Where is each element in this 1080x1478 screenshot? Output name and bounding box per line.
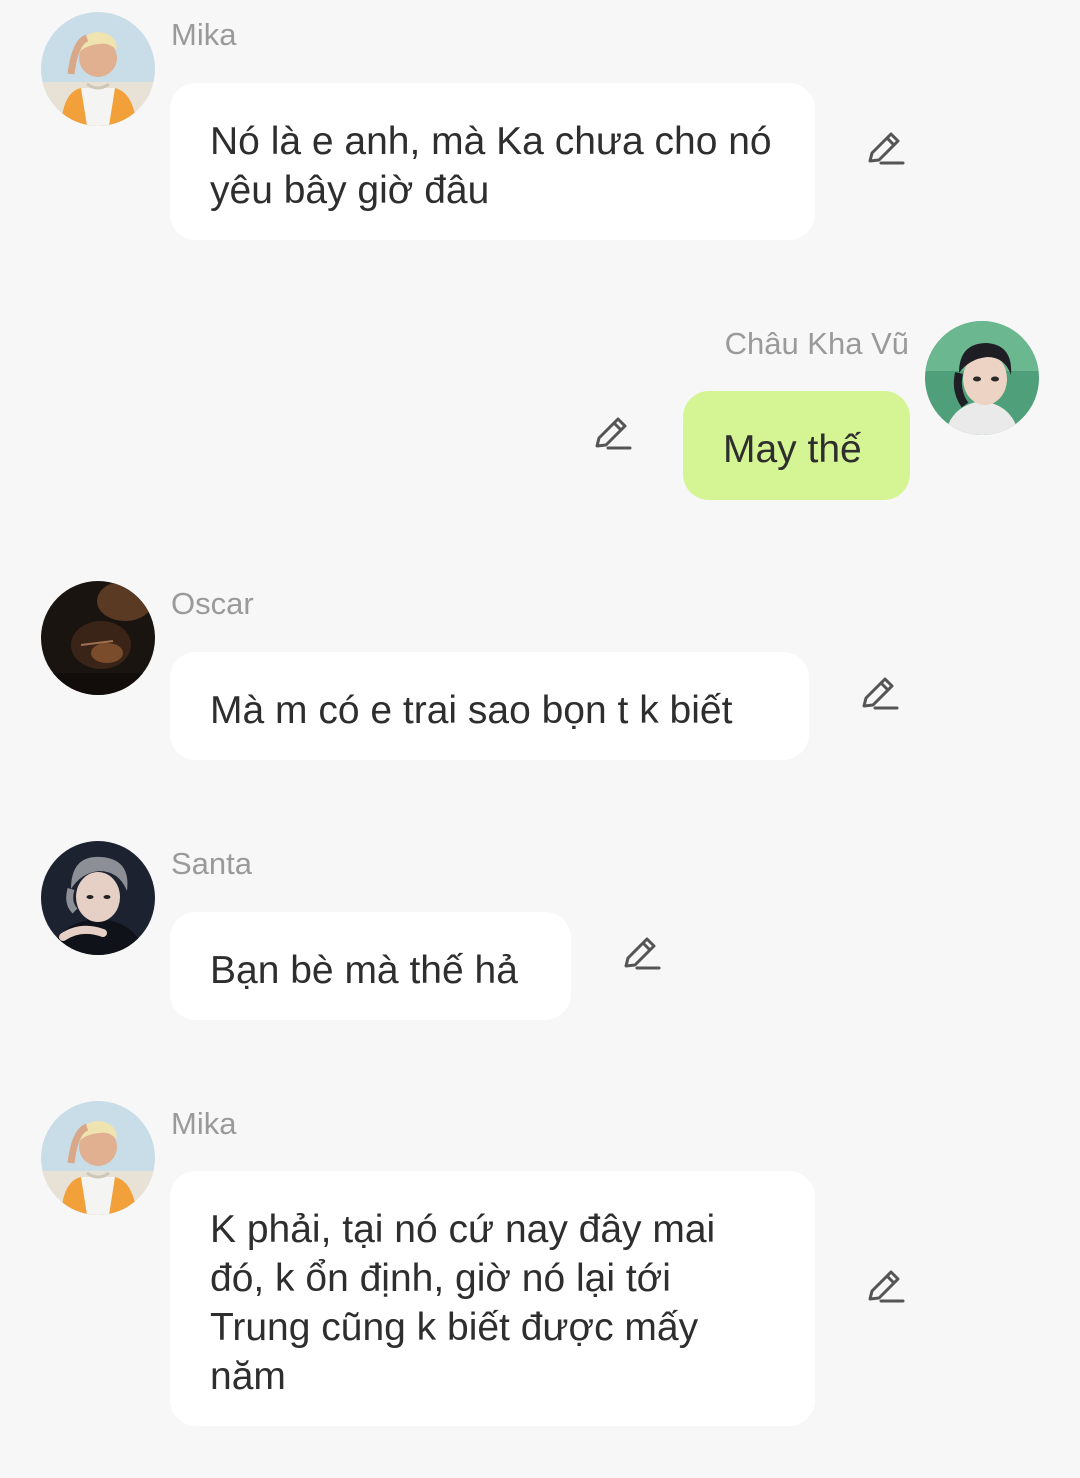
- avatar[interactable]: [41, 581, 155, 695]
- message-text: Mà m có e trai sao bọn t k biết: [210, 689, 733, 732]
- sender-name: Mika: [171, 17, 237, 52]
- message-bubble[interactable]: Bạn bè mà thế hả: [170, 912, 571, 1020]
- message-text: Bạn bè mà thế hả: [210, 949, 518, 992]
- message-bubble[interactable]: May thế: [683, 391, 910, 500]
- avatar-mika-icon: [41, 12, 155, 126]
- pencil-icon: [868, 132, 905, 165]
- message-text: May thế: [723, 428, 862, 471]
- message-bubble[interactable]: Nó là e anh, mà Ka chưa cho nó yêu bây g…: [170, 83, 815, 240]
- pencil-icon: [862, 677, 899, 710]
- avatar[interactable]: [41, 12, 155, 126]
- avatar-mika-icon: [41, 1101, 155, 1215]
- avatar-oscar-icon: [41, 581, 155, 695]
- sender-name: Oscar: [171, 586, 254, 621]
- chat-thread: Mika Nó là e anh, mà Ka chưa cho nó yêu …: [0, 0, 1080, 1478]
- avatar[interactable]: [925, 321, 1039, 435]
- edit-button[interactable]: [859, 673, 899, 713]
- avatar-santa-icon: [41, 841, 155, 955]
- message-text: Nó là e anh, mà Ka chưa cho nó yêu bây g…: [210, 120, 772, 212]
- message-bubble[interactable]: K phải, tại nó cứ nay đây mai đó, k ổn đ…: [170, 1171, 815, 1426]
- pencil-icon: [595, 417, 632, 450]
- avatar-chau-kha-vu-icon: [925, 321, 1039, 435]
- edit-button[interactable]: [865, 128, 905, 168]
- edit-button[interactable]: [865, 1266, 905, 1306]
- sender-name: Mika: [171, 1106, 237, 1141]
- sender-name: Châu Kha Vũ: [724, 326, 909, 361]
- pencil-icon: [868, 1270, 905, 1303]
- message-text: K phải, tại nó cứ nay đây mai đó, k ổn đ…: [210, 1208, 716, 1398]
- avatar[interactable]: [41, 841, 155, 955]
- message-bubble[interactable]: Mà m có e trai sao bọn t k biết: [170, 652, 809, 760]
- sender-name: Santa: [171, 846, 253, 881]
- edit-button[interactable]: [592, 413, 632, 453]
- pencil-icon: [624, 937, 661, 970]
- avatar[interactable]: [41, 1101, 155, 1215]
- edit-button[interactable]: [621, 933, 661, 973]
